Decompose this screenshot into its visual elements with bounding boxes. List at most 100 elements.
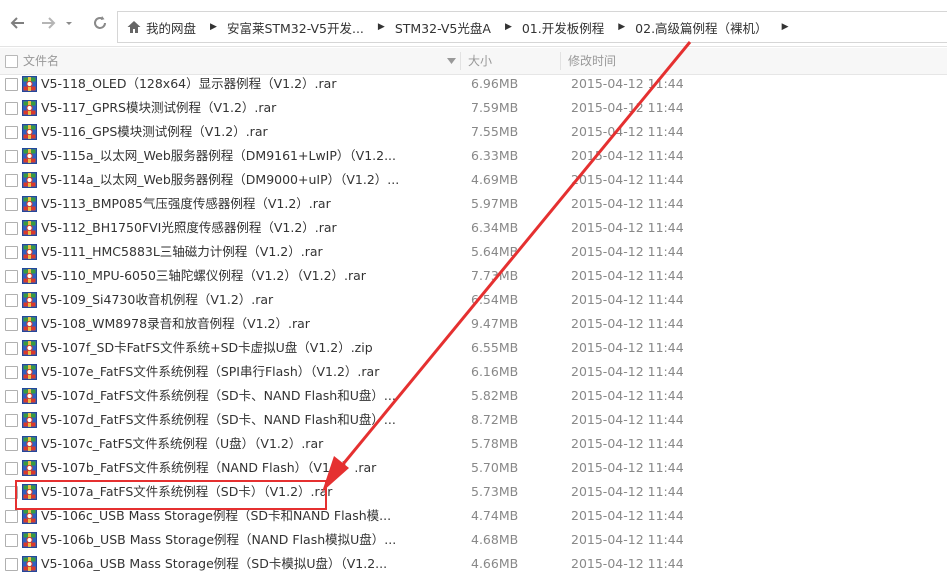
breadcrumb-item[interactable]: 我的网盘 ▶ [146,12,227,42]
row-checkbox[interactable] [5,150,18,163]
breadcrumb-chevron-icon[interactable]: ▶ [202,22,227,32]
table-row[interactable]: V5-113_BMP085气压强度传感器例程（V1.2）.rar 5.97MB 20… [0,192,947,216]
arrow-right-icon [42,17,56,29]
file-name[interactable]: V5-113_BMP085气压强度传感器例程（V1.2）.rar [41,192,331,216]
table-row[interactable]: V5-115a_以太网_Web服务器例程（DM9161+LwIP）（V1.2..… [0,144,947,168]
table-row[interactable]: V5-116_GPS模块测试例程（V1.2）.rar 7.55MB 2015-04-… [0,120,947,144]
table-row[interactable]: V5-107a_FatFS文件系统例程（SD卡）（V1.2）.rar 5.73MB… [0,480,947,504]
refresh-button[interactable] [90,14,110,34]
breadcrumb-item[interactable]: 02.高级篇例程（裸机） ▶ [635,12,798,42]
row-checkbox[interactable] [5,78,18,91]
file-name[interactable]: V5-107d_FatFS文件系统例程（SD卡、NAND Flash和U盘）..… [41,384,396,408]
file-size: 5.64MB [471,244,519,259]
table-row[interactable]: V5-118_OLED（128x64）显示器例程（V1.2）.rar 6.96MB… [0,72,947,96]
breadcrumb-chevron-icon[interactable]: ▶ [370,22,395,32]
file-name[interactable]: V5-111_HMC5883L三轴磁力计例程（V1.2）.rar [41,240,323,264]
file-name[interactable]: V5-106c_USB Mass Storage例程（SD卡和NAND Flas… [41,504,391,528]
file-name[interactable]: V5-115a_以太网_Web服务器例程（DM9161+LwIP）（V1.2..… [41,144,396,168]
row-checkbox[interactable] [5,198,18,211]
breadcrumb-item[interactable]: 01.开发板例程 ▶ [522,12,635,42]
row-checkbox[interactable] [5,318,18,331]
table-row[interactable]: V5-107b_FatFS文件系统例程（NAND Flash）（V1.2）.ra… [0,456,947,480]
file-name[interactable]: V5-110_MPU-6050三轴陀螺仪例程（V1.2）（V1.2）.rar [41,264,366,288]
file-name[interactable]: V5-109_Si4730收音机例程（V1.2）.rar [41,288,273,312]
file-name[interactable]: V5-118_OLED（128x64）显示器例程（V1.2）.rar [41,72,336,96]
column-divider[interactable] [460,52,461,70]
table-row[interactable]: V5-106a_USB Mass Storage例程（SD卡模拟U盘）（V1.2… [0,552,947,576]
file-name[interactable]: V5-107c_FatFS文件系统例程（U盘）（V1.2）.rar [41,432,323,456]
select-all-checkbox[interactable] [5,55,18,68]
table-row[interactable]: V5-109_Si4730收音机例程（V1.2）.rar 6.54MB 2015-0… [0,288,947,312]
file-name[interactable]: V5-112_BH1750FVI光照度传感器例程（V1.2）.rar [41,216,337,240]
row-checkbox[interactable] [5,174,18,187]
table-row[interactable]: V5-112_BH1750FVI光照度传感器例程（V1.2）.rar 6.34MB… [0,216,947,240]
row-checkbox[interactable] [5,486,18,499]
breadcrumb-chevron-icon[interactable]: ▶ [774,22,799,32]
row-checkbox[interactable] [5,366,18,379]
column-divider[interactable] [560,52,561,70]
archive-file-icon [22,292,37,308]
row-checkbox[interactable] [5,534,18,547]
home-icon[interactable] [126,19,142,35]
file-name[interactable]: V5-107b_FatFS文件系统例程（NAND Flash）（V1.2）.ra… [41,456,376,480]
row-checkbox[interactable] [5,246,18,259]
row-checkbox[interactable] [5,390,18,403]
file-size: 6.96MB [471,76,519,91]
row-checkbox[interactable] [5,510,18,523]
breadcrumb-item[interactable]: 安富莱STM32-V5开发... ▶ [227,12,395,42]
row-checkbox[interactable] [5,102,18,115]
file-modified-date: 2015-04-12 11:44 [571,436,684,451]
table-row[interactable]: V5-107c_FatFS文件系统例程（U盘）（V1.2）.rar 5.78MB 2… [0,432,947,456]
sort-down-icon[interactable] [447,57,456,65]
table-row[interactable]: V5-106b_USB Mass Storage例程（NAND Flash模拟U… [0,528,947,552]
back-button[interactable] [8,14,28,34]
table-row[interactable]: V5-111_HMC5883L三轴磁力计例程（V1.2）.rar 5.64MB 20… [0,240,947,264]
table-row[interactable]: V5-107d_FatFS文件系统例程（SD卡、NAND Flash和U盘）..… [0,408,947,432]
breadcrumb-chevron-icon[interactable]: ▶ [497,22,522,32]
breadcrumb-item[interactable]: STM32-V5光盘A ▶ [395,12,522,42]
row-checkbox[interactable] [5,222,18,235]
table-row[interactable]: V5-114a_以太网_Web服务器例程（DM9000+uIP）（V1.2）..… [0,168,947,192]
row-checkbox[interactable] [5,558,18,571]
column-size-header[interactable]: 大小 [468,48,492,74]
breadcrumb-chevron-icon[interactable]: ▶ [610,22,635,32]
file-modified-date: 2015-04-12 11:44 [571,220,684,235]
file-name[interactable]: V5-107e_FatFS文件系统例程（SPI串行Flash）（V1.2）.ra… [41,360,379,384]
breadcrumb-label: 02.高级篇例程（裸机） [635,20,768,36]
file-name[interactable]: V5-106b_USB Mass Storage例程（NAND Flash模拟U… [41,528,396,552]
table-row[interactable]: V5-107d_FatFS文件系统例程（SD卡、NAND Flash和U盘）..… [0,384,947,408]
file-modified-date: 2015-04-12 11:44 [571,148,684,163]
row-checkbox[interactable] [5,438,18,451]
column-header: 文件名 大小 修改时间 [0,48,947,75]
column-name-header[interactable]: 文件名 [23,48,59,74]
table-row[interactable]: V5-106c_USB Mass Storage例程（SD卡和NAND Flas… [0,504,947,528]
row-checkbox[interactable] [5,414,18,427]
table-row[interactable]: V5-108_WM8978录音和放音例程（V1.2）.rar 9.47MB 2015… [0,312,947,336]
row-checkbox[interactable] [5,270,18,283]
row-checkbox[interactable] [5,294,18,307]
row-checkbox[interactable] [5,342,18,355]
file-name[interactable]: V5-116_GPS模块测试例程（V1.2）.rar [41,120,268,144]
forward-button[interactable] [38,14,58,34]
row-checkbox[interactable] [5,126,18,139]
table-row[interactable]: V5-107e_FatFS文件系统例程（SPI串行Flash）（V1.2）.ra… [0,360,947,384]
file-name[interactable]: V5-108_WM8978录音和放音例程（V1.2）.rar [41,312,310,336]
file-name[interactable]: V5-107f_SD卡FatFS文件系统+SD卡虚拟U盘（V1.2）.zip [41,336,373,360]
table-row[interactable]: V5-110_MPU-6050三轴陀螺仪例程（V1.2）（V1.2）.rar 7.… [0,264,947,288]
row-checkbox[interactable] [5,462,18,475]
table-row[interactable]: V5-117_GPRS模块测试例程（V1.2）.rar 7.59MB 2015-04… [0,96,947,120]
file-name[interactable]: V5-107d_FatFS文件系统例程（SD卡、NAND Flash和U盘）..… [41,408,396,432]
address-bar[interactable]: 我的网盘 ▶ 安富莱STM32-V5开发... ▶ STM32-V5光盘A ▶ 01.… [117,11,947,43]
history-dropdown[interactable] [62,14,76,34]
file-name[interactable]: V5-106a_USB Mass Storage例程（SD卡模拟U盘）（V1.2… [41,552,387,576]
file-size: 6.34MB [471,220,519,235]
column-modified-header[interactable]: 修改时间 [568,48,616,74]
archive-file-icon [22,172,37,188]
archive-file-icon [22,100,37,116]
file-size: 6.54MB [471,292,519,307]
file-name[interactable]: V5-107a_FatFS文件系统例程（SD卡）（V1.2）.rar [41,480,332,504]
file-size: 7.59MB [471,100,519,115]
file-name[interactable]: V5-117_GPRS模块测试例程（V1.2）.rar [41,96,276,120]
table-row[interactable]: V5-107f_SD卡FatFS文件系统+SD卡虚拟U盘（V1.2）.zip 6.… [0,336,947,360]
file-name[interactable]: V5-114a_以太网_Web服务器例程（DM9000+uIP）（V1.2）..… [41,168,399,192]
